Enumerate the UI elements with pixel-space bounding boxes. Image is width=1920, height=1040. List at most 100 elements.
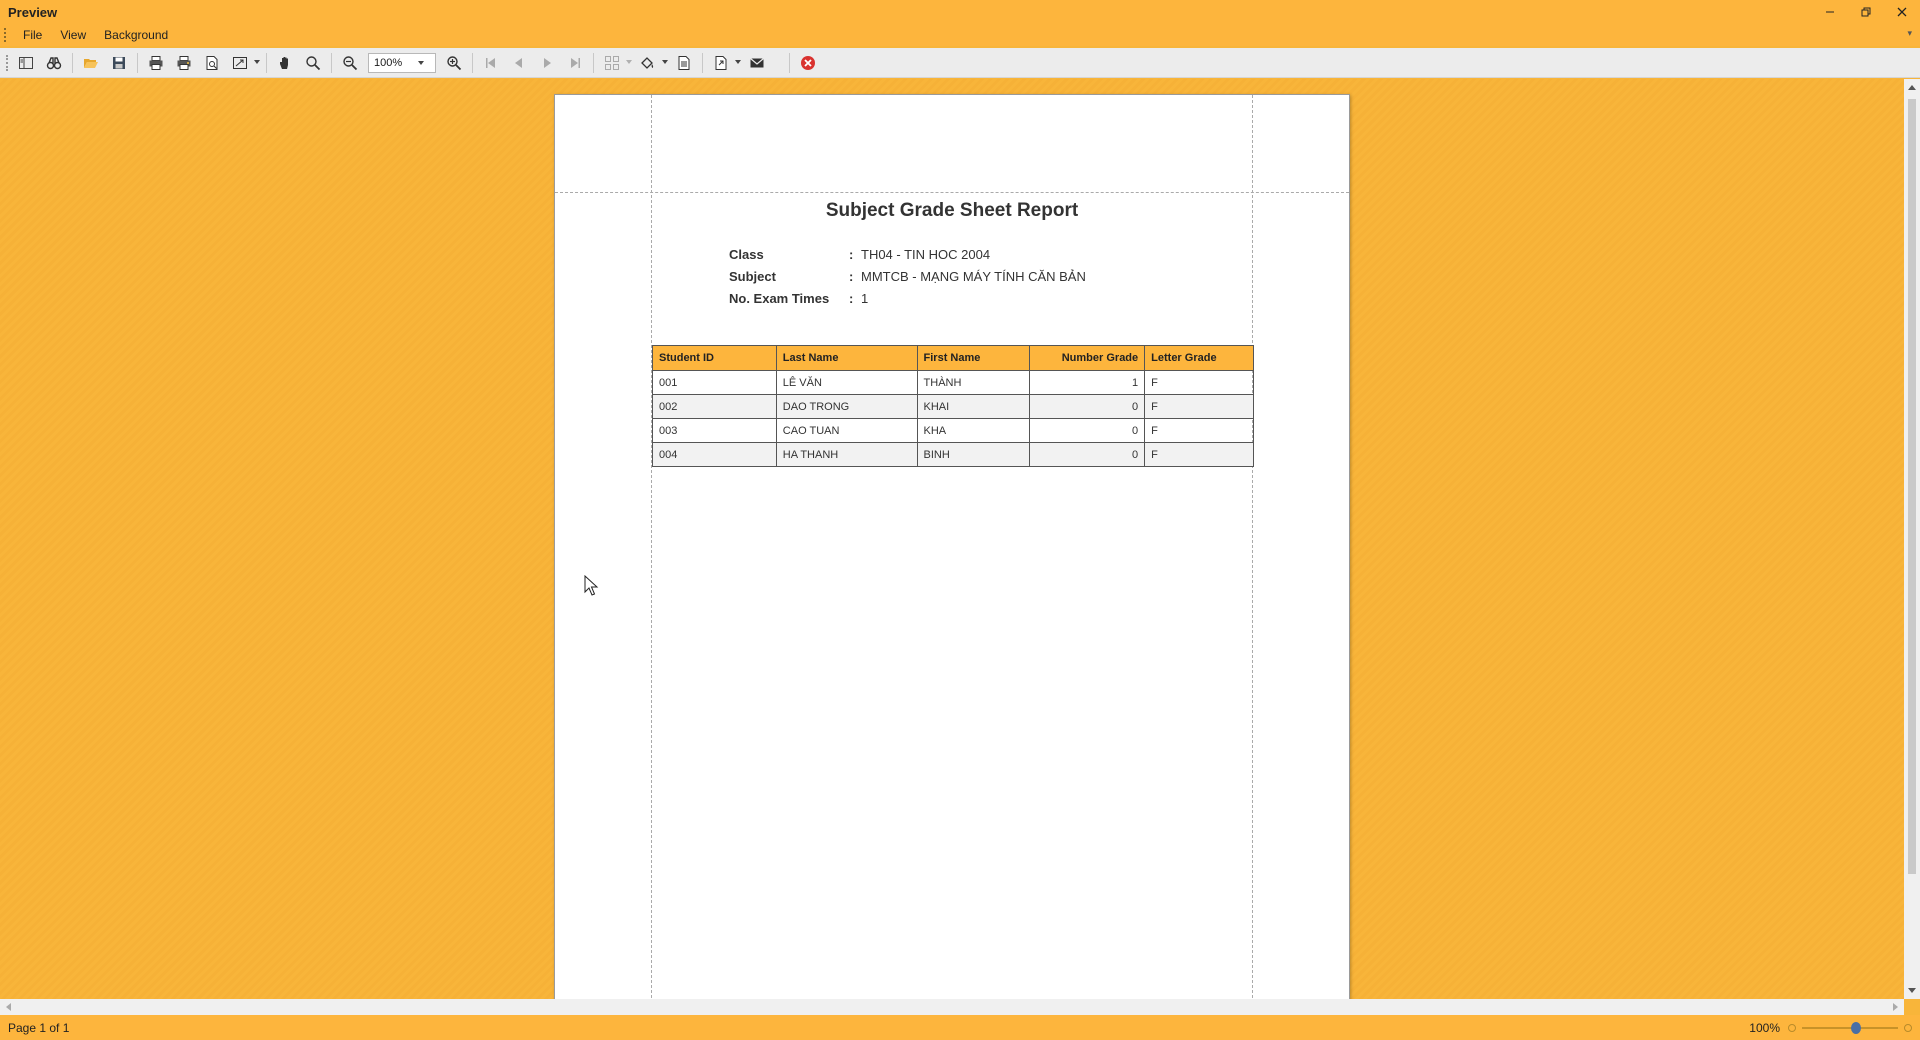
cell-letter-grade: F xyxy=(1144,418,1254,443)
cell-student-id: 002 xyxy=(652,394,777,419)
toolbar-separator xyxy=(472,52,473,73)
save-button[interactable] xyxy=(105,51,133,75)
next-page-button[interactable] xyxy=(533,51,561,75)
info-colon: : xyxy=(849,290,854,306)
multiple-pages-button[interactable] xyxy=(598,51,634,75)
report-info: Class : TH04 - TIN HOC 2004 Subject : MM… xyxy=(729,243,1086,309)
zoom-percent: 100% xyxy=(1749,1020,1780,1035)
next-page-icon xyxy=(544,57,551,68)
scroll-left-icon[interactable] xyxy=(6,1003,11,1011)
info-label: No. Exam Times xyxy=(729,290,830,306)
preview-area[interactable]: Subject Grade Sheet Report Class : TH04 … xyxy=(0,79,1904,999)
scale-button[interactable] xyxy=(226,51,262,75)
cell-last-name: HA THANH xyxy=(775,442,918,467)
cell-number-grade: 1 xyxy=(1029,370,1146,395)
folder-open-icon xyxy=(84,58,98,68)
scroll-up-icon[interactable] xyxy=(1908,85,1916,90)
cell-last-name: CAO TUAN xyxy=(775,418,918,443)
cell-last-name: DAO TRONG xyxy=(775,394,918,419)
toolbar-separator xyxy=(266,52,267,73)
zoom-combo[interactable]: 100% xyxy=(368,52,436,73)
toolbar-separator xyxy=(137,52,138,73)
page-setup-button[interactable] xyxy=(198,51,226,75)
toolbar-separator xyxy=(702,52,703,73)
report-page: Subject Grade Sheet Report Class : TH04 … xyxy=(554,94,1350,999)
window-controls xyxy=(1812,0,1920,24)
table-row: 001 LÊ VĂN THÀNH 1 F xyxy=(652,370,1254,395)
zoom-slider[interactable] xyxy=(1788,1022,1912,1034)
first-page-button[interactable] xyxy=(477,51,505,75)
binoculars-icon xyxy=(46,56,62,69)
info-row-subject: Subject : MMTCB - MẠNG MÁY TÍNH CĂN BẢN xyxy=(729,265,1086,287)
close-button[interactable] xyxy=(1884,0,1920,24)
zoom-slider-plus-icon[interactable] xyxy=(1904,1024,1912,1032)
grades-table: Student ID Last Name First Name Number G… xyxy=(652,345,1254,467)
hand-tool-button[interactable] xyxy=(271,51,299,75)
toolbar-separator xyxy=(72,52,73,73)
export-button[interactable] xyxy=(707,51,743,75)
toolbar: 100% xyxy=(0,48,1920,78)
previous-page-button[interactable] xyxy=(505,51,533,75)
column-header-number-grade: Number Grade xyxy=(1029,345,1146,371)
zoom-slider-minus-icon[interactable] xyxy=(1788,1024,1796,1032)
close-preview-button[interactable] xyxy=(794,51,822,75)
search-button[interactable] xyxy=(40,51,68,75)
scroll-down-icon[interactable] xyxy=(1908,988,1916,993)
restore-button[interactable] xyxy=(1848,0,1884,24)
zoom-slider-thumb[interactable] xyxy=(1850,1022,1861,1034)
column-header-student-id: Student ID xyxy=(652,345,777,371)
watermark-button[interactable] xyxy=(670,51,698,75)
quick-print-button[interactable] xyxy=(170,51,198,75)
menu-view[interactable]: View xyxy=(51,24,95,46)
vertical-scroll-thumb[interactable] xyxy=(1908,99,1916,874)
toolbar-separator xyxy=(331,52,332,73)
send-email-dropdown[interactable] xyxy=(771,51,785,75)
menu-grip[interactable] xyxy=(4,28,14,42)
zoom-out-button[interactable] xyxy=(336,51,364,75)
cell-last-name: LÊ VĂN xyxy=(775,370,918,395)
scroll-right-icon[interactable] xyxy=(1893,1003,1898,1011)
minimize-button[interactable] xyxy=(1812,0,1848,24)
close-circle-icon xyxy=(801,55,815,70)
cell-letter-grade: F xyxy=(1144,370,1254,395)
document-map-button[interactable] xyxy=(12,51,40,75)
cell-first-name: THÀNH xyxy=(916,370,1031,395)
info-label: Subject xyxy=(729,268,776,284)
close-preview-dropdown[interactable] xyxy=(822,51,836,75)
background-color-button[interactable] xyxy=(634,51,670,75)
info-colon: : xyxy=(849,268,854,284)
first-page-icon xyxy=(486,57,495,68)
info-colon: : xyxy=(849,246,854,262)
print-button[interactable] xyxy=(142,51,170,75)
document-map-icon xyxy=(19,56,33,69)
right-margin-line xyxy=(1252,95,1253,999)
toolbar-separator xyxy=(789,52,790,73)
window-title: Preview xyxy=(8,4,58,20)
zoom-combo-value: 100% xyxy=(374,56,403,69)
last-page-button[interactable] xyxy=(561,51,589,75)
cell-first-name: KHAI xyxy=(916,394,1031,419)
chevron-down-icon[interactable] xyxy=(402,60,435,65)
zoom-out-icon xyxy=(343,55,358,70)
chevron-down-icon[interactable]: ▾ xyxy=(1907,28,1912,39)
menu-file[interactable]: File xyxy=(14,24,51,46)
magnifier-button[interactable] xyxy=(299,51,327,75)
table-header-row: Student ID Last Name First Name Number G… xyxy=(652,345,1254,371)
send-email-button[interactable] xyxy=(743,51,771,75)
horizontal-scrollbar[interactable] xyxy=(0,999,1904,1015)
export-icon xyxy=(715,55,727,70)
quick-print-icon xyxy=(177,55,191,70)
chevron-down-icon xyxy=(735,59,741,64)
minimize-icon xyxy=(1826,11,1834,13)
zoom-in-button[interactable] xyxy=(440,51,468,75)
vertical-scrollbar[interactable] xyxy=(1904,79,1920,999)
info-value: MMTCB - MẠNG MÁY TÍNH CĂN BẢN xyxy=(861,268,1086,284)
page-setup-icon xyxy=(206,55,218,70)
open-button[interactable] xyxy=(77,51,105,75)
close-icon xyxy=(1897,7,1907,17)
cell-number-grade: 0 xyxy=(1029,442,1146,467)
multiple-pages-icon xyxy=(605,55,619,70)
watermark-icon xyxy=(678,55,690,70)
last-page-icon xyxy=(571,57,580,68)
menu-background[interactable]: Background xyxy=(95,24,177,46)
